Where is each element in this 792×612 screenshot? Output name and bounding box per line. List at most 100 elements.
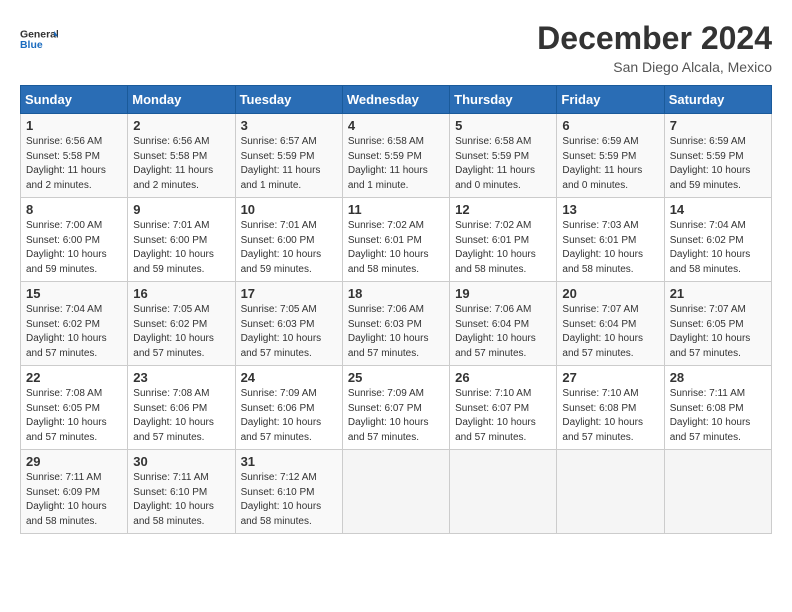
day-number: 5 — [455, 118, 551, 133]
calendar-cell: 14 Sunrise: 7:04 AM Sunset: 6:02 PM Dayl… — [664, 198, 771, 282]
calendar-cell: 10 Sunrise: 7:01 AM Sunset: 6:00 PM Dayl… — [235, 198, 342, 282]
day-number: 4 — [348, 118, 444, 133]
day-number: 22 — [26, 370, 122, 385]
calendar-cell: 22 Sunrise: 7:08 AM Sunset: 6:05 PM Dayl… — [21, 366, 128, 450]
day-info: Sunrise: 7:07 AM Sunset: 6:05 PM Dayligh… — [670, 303, 766, 361]
day-info: Sunrise: 7:09 AM Sunset: 6:06 PM Dayligh… — [241, 387, 337, 445]
page-header: General Blue December 2024 San Diego Alc… — [20, 20, 772, 75]
week-row-3: 15 Sunrise: 7:04 AM Sunset: 6:02 PM Dayl… — [21, 282, 772, 366]
day-info: Sunrise: 7:01 AM Sunset: 6:00 PM Dayligh… — [241, 219, 337, 277]
calendar-cell — [342, 450, 449, 534]
calendar-cell: 5 Sunrise: 6:58 AM Sunset: 5:59 PM Dayli… — [450, 114, 557, 198]
calendar-cell: 11 Sunrise: 7:02 AM Sunset: 6:01 PM Dayl… — [342, 198, 449, 282]
weekday-header-wednesday: Wednesday — [342, 86, 449, 114]
day-number: 7 — [670, 118, 766, 133]
day-info: Sunrise: 6:56 AM Sunset: 5:58 PM Dayligh… — [26, 135, 122, 193]
day-number: 8 — [26, 202, 122, 217]
day-number: 20 — [562, 286, 658, 301]
day-info: Sunrise: 7:03 AM Sunset: 6:01 PM Dayligh… — [562, 219, 658, 277]
day-info: Sunrise: 6:56 AM Sunset: 5:58 PM Dayligh… — [133, 135, 229, 193]
day-info: Sunrise: 7:06 AM Sunset: 6:03 PM Dayligh… — [348, 303, 444, 361]
day-number: 1 — [26, 118, 122, 133]
calendar-cell: 15 Sunrise: 7:04 AM Sunset: 6:02 PM Dayl… — [21, 282, 128, 366]
calendar-cell: 23 Sunrise: 7:08 AM Sunset: 6:06 PM Dayl… — [128, 366, 235, 450]
day-info: Sunrise: 7:05 AM Sunset: 6:02 PM Dayligh… — [133, 303, 229, 361]
day-number: 12 — [455, 202, 551, 217]
day-info: Sunrise: 7:01 AM Sunset: 6:00 PM Dayligh… — [133, 219, 229, 277]
calendar-cell: 1 Sunrise: 6:56 AM Sunset: 5:58 PM Dayli… — [21, 114, 128, 198]
day-info: Sunrise: 6:57 AM Sunset: 5:59 PM Dayligh… — [241, 135, 337, 193]
calendar-cell: 29 Sunrise: 7:11 AM Sunset: 6:09 PM Dayl… — [21, 450, 128, 534]
day-number: 29 — [26, 454, 122, 469]
calendar-cell: 8 Sunrise: 7:00 AM Sunset: 6:00 PM Dayli… — [21, 198, 128, 282]
day-info: Sunrise: 7:04 AM Sunset: 6:02 PM Dayligh… — [670, 219, 766, 277]
svg-text:General: General — [20, 30, 58, 41]
day-number: 13 — [562, 202, 658, 217]
day-number: 26 — [455, 370, 551, 385]
day-number: 18 — [348, 286, 444, 301]
day-number: 24 — [241, 370, 337, 385]
weekday-header-tuesday: Tuesday — [235, 86, 342, 114]
calendar-cell: 19 Sunrise: 7:06 AM Sunset: 6:04 PM Dayl… — [450, 282, 557, 366]
week-row-5: 29 Sunrise: 7:11 AM Sunset: 6:09 PM Dayl… — [21, 450, 772, 534]
day-info: Sunrise: 6:58 AM Sunset: 5:59 PM Dayligh… — [348, 135, 444, 193]
svg-text:Blue: Blue — [20, 40, 43, 51]
day-number: 19 — [455, 286, 551, 301]
calendar-cell — [557, 450, 664, 534]
day-info: Sunrise: 7:11 AM Sunset: 6:10 PM Dayligh… — [133, 471, 229, 529]
calendar-cell: 16 Sunrise: 7:05 AM Sunset: 6:02 PM Dayl… — [128, 282, 235, 366]
day-info: Sunrise: 7:05 AM Sunset: 6:03 PM Dayligh… — [241, 303, 337, 361]
day-number: 31 — [241, 454, 337, 469]
title-block: December 2024 San Diego Alcala, Mexico — [537, 20, 772, 75]
calendar-cell: 7 Sunrise: 6:59 AM Sunset: 5:59 PM Dayli… — [664, 114, 771, 198]
calendar-cell: 2 Sunrise: 6:56 AM Sunset: 5:58 PM Dayli… — [128, 114, 235, 198]
day-info: Sunrise: 7:08 AM Sunset: 6:05 PM Dayligh… — [26, 387, 122, 445]
calendar-cell: 17 Sunrise: 7:05 AM Sunset: 6:03 PM Dayl… — [235, 282, 342, 366]
calendar-cell: 27 Sunrise: 7:10 AM Sunset: 6:08 PM Dayl… — [557, 366, 664, 450]
day-number: 23 — [133, 370, 229, 385]
day-info: Sunrise: 7:10 AM Sunset: 6:07 PM Dayligh… — [455, 387, 551, 445]
calendar-cell: 26 Sunrise: 7:10 AM Sunset: 6:07 PM Dayl… — [450, 366, 557, 450]
calendar-cell: 24 Sunrise: 7:09 AM Sunset: 6:06 PM Dayl… — [235, 366, 342, 450]
day-number: 11 — [348, 202, 444, 217]
calendar-cell: 9 Sunrise: 7:01 AM Sunset: 6:00 PM Dayli… — [128, 198, 235, 282]
weekday-header-sunday: Sunday — [21, 86, 128, 114]
day-number: 3 — [241, 118, 337, 133]
calendar-cell: 21 Sunrise: 7:07 AM Sunset: 6:05 PM Dayl… — [664, 282, 771, 366]
day-info: Sunrise: 6:58 AM Sunset: 5:59 PM Dayligh… — [455, 135, 551, 193]
day-info: Sunrise: 7:06 AM Sunset: 6:04 PM Dayligh… — [455, 303, 551, 361]
day-number: 6 — [562, 118, 658, 133]
day-info: Sunrise: 7:02 AM Sunset: 6:01 PM Dayligh… — [348, 219, 444, 277]
logo: General Blue — [20, 20, 58, 58]
day-number: 30 — [133, 454, 229, 469]
calendar-cell: 4 Sunrise: 6:58 AM Sunset: 5:59 PM Dayli… — [342, 114, 449, 198]
weekday-header-saturday: Saturday — [664, 86, 771, 114]
day-number: 17 — [241, 286, 337, 301]
calendar-cell: 6 Sunrise: 6:59 AM Sunset: 5:59 PM Dayli… — [557, 114, 664, 198]
weekday-header-friday: Friday — [557, 86, 664, 114]
day-number: 10 — [241, 202, 337, 217]
calendar-cell — [664, 450, 771, 534]
day-number: 16 — [133, 286, 229, 301]
calendar-cell: 20 Sunrise: 7:07 AM Sunset: 6:04 PM Dayl… — [557, 282, 664, 366]
day-number: 27 — [562, 370, 658, 385]
weekday-header-thursday: Thursday — [450, 86, 557, 114]
weekday-header-row: SundayMondayTuesdayWednesdayThursdayFrid… — [21, 86, 772, 114]
logo-svg: General Blue — [20, 20, 58, 58]
week-row-1: 1 Sunrise: 6:56 AM Sunset: 5:58 PM Dayli… — [21, 114, 772, 198]
week-row-4: 22 Sunrise: 7:08 AM Sunset: 6:05 PM Dayl… — [21, 366, 772, 450]
calendar-cell: 31 Sunrise: 7:12 AM Sunset: 6:10 PM Dayl… — [235, 450, 342, 534]
week-row-2: 8 Sunrise: 7:00 AM Sunset: 6:00 PM Dayli… — [21, 198, 772, 282]
day-info: Sunrise: 7:00 AM Sunset: 6:00 PM Dayligh… — [26, 219, 122, 277]
day-info: Sunrise: 7:12 AM Sunset: 6:10 PM Dayligh… — [241, 471, 337, 529]
calendar-cell: 25 Sunrise: 7:09 AM Sunset: 6:07 PM Dayl… — [342, 366, 449, 450]
day-info: Sunrise: 7:10 AM Sunset: 6:08 PM Dayligh… — [562, 387, 658, 445]
calendar-table: SundayMondayTuesdayWednesdayThursdayFrid… — [20, 85, 772, 534]
day-info: Sunrise: 7:11 AM Sunset: 6:09 PM Dayligh… — [26, 471, 122, 529]
calendar-cell: 30 Sunrise: 7:11 AM Sunset: 6:10 PM Dayl… — [128, 450, 235, 534]
day-info: Sunrise: 7:02 AM Sunset: 6:01 PM Dayligh… — [455, 219, 551, 277]
day-info: Sunrise: 6:59 AM Sunset: 5:59 PM Dayligh… — [562, 135, 658, 193]
calendar-cell: 13 Sunrise: 7:03 AM Sunset: 6:01 PM Dayl… — [557, 198, 664, 282]
day-info: Sunrise: 7:08 AM Sunset: 6:06 PM Dayligh… — [133, 387, 229, 445]
calendar-cell — [450, 450, 557, 534]
